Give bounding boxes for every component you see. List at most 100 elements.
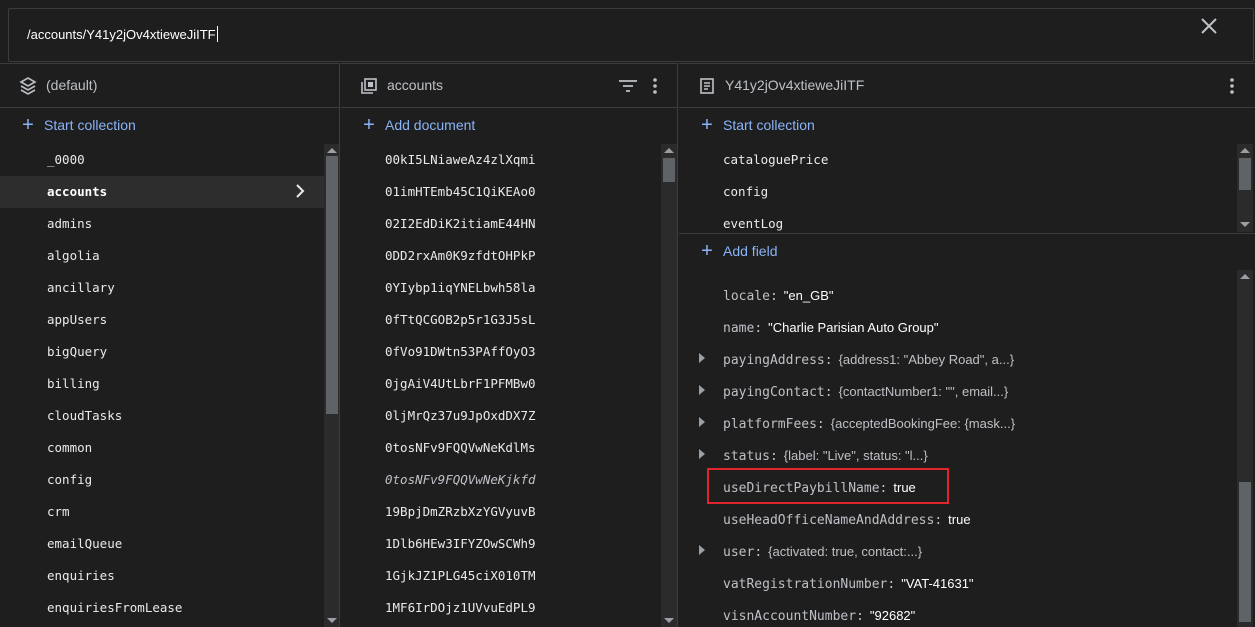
field-line: name: "Charlie Parisian Auto Group" xyxy=(723,319,939,337)
subcollection-item[interactable]: eventLog xyxy=(679,208,1255,240)
document-item[interactable]: 1GjkJZ1PLG45ciX010TM xyxy=(341,560,677,592)
document-id: 0jgAiV4UtLbrF1PFMBw0 xyxy=(385,376,536,391)
document-item[interactable]: 00kI5LNiaweAz4zlXqmi xyxy=(341,144,677,176)
field-row[interactable]: vatRegistrationNumber: "VAT-41631" xyxy=(679,567,1239,599)
subcollection-item[interactable]: cataloguePrice xyxy=(679,144,1255,176)
field-key: useHeadOfficeNameAndAddress xyxy=(723,513,935,528)
collection-scrollbar[interactable] xyxy=(661,144,677,627)
scroll-thumb[interactable] xyxy=(663,158,675,182)
field-row[interactable]: user: {activated: true, contact:...} xyxy=(679,535,1239,567)
collection-item[interactable]: config xyxy=(0,464,339,496)
text-cursor xyxy=(216,26,218,42)
field-scrollbar[interactable] xyxy=(1237,270,1253,627)
start-collection-button[interactable]: + Start collection xyxy=(18,114,136,136)
field-line: user: {activated: true, contact:...} xyxy=(723,543,922,561)
collection-item[interactable]: admins xyxy=(0,208,339,240)
field-row[interactable]: payingContact: {contactNumber1: "", email… xyxy=(679,375,1239,407)
scroll-up-arrow[interactable] xyxy=(327,148,337,153)
document-icon xyxy=(697,76,717,96)
collection-item[interactable]: algolia xyxy=(0,240,339,272)
collection-item-label: _0000 xyxy=(47,152,85,167)
field-value: {acceptedBookingFee: {mask...} xyxy=(830,416,1016,431)
chevron-right-icon xyxy=(291,182,309,200)
collection-item[interactable]: cloudTasks xyxy=(0,400,339,432)
expand-arrow-icon[interactable] xyxy=(699,353,705,363)
document-item[interactable]: 0fTtQCGOB2p5r1G3J5sL xyxy=(341,304,677,336)
start-subcollection-button[interactable]: + Start collection xyxy=(697,114,815,136)
collection-item-label: enquiries xyxy=(47,568,115,583)
field-value: "92682" xyxy=(869,608,916,623)
document-id: 1GjkJZ1PLG45ciX010TM xyxy=(385,568,536,583)
scroll-up-arrow[interactable] xyxy=(664,148,674,153)
path-input[interactable]: /accounts/Y41y2jOv4xtieweJiITF xyxy=(8,8,1254,62)
document-item[interactable]: 1MF6IrDOjz1UVvuEdPL9 xyxy=(341,592,677,624)
field-row[interactable]: payingAddress: {address1: "Abbey Road", a… xyxy=(679,343,1239,375)
scroll-up-arrow[interactable] xyxy=(1240,148,1250,153)
document-item[interactable]: 0tosNFv9FQQVwNeKjkfd xyxy=(341,464,677,496)
collection-item[interactable]: enquiriesFromLease xyxy=(0,592,339,624)
document-item[interactable]: 0YIybp1iqYNELbwh58la xyxy=(341,272,677,304)
highlight-box xyxy=(707,468,949,504)
document-item[interactable]: 1Dlb6HEw3IFYZOwSCWh9 xyxy=(341,528,677,560)
document-item[interactable]: 02I2EdDiK2itiamE44HN xyxy=(341,208,677,240)
subcollection-scrollbar[interactable] xyxy=(1237,144,1253,232)
collection-item-label: crm xyxy=(47,504,70,519)
field-row[interactable]: useHeadOfficeNameAndAddress: true xyxy=(679,503,1239,535)
expand-arrow-icon[interactable] xyxy=(699,449,705,459)
scroll-thumb[interactable] xyxy=(1239,482,1251,622)
document-id: 1MF6IrDOjz1UVvuEdPL9 xyxy=(385,600,536,615)
field-key: name xyxy=(723,321,755,336)
field-row[interactable]: locale: "en_GB" xyxy=(679,279,1239,311)
collection-item[interactable]: accounts xyxy=(0,176,339,208)
collection-item-label: algolia xyxy=(47,248,100,263)
collection-item[interactable]: crm xyxy=(0,496,339,528)
collection-item[interactable]: common xyxy=(0,432,339,464)
document-item[interactable]: 0DD2rxAm0K9zfdtOHPkP xyxy=(341,240,677,272)
field-colon: : xyxy=(769,289,778,304)
document-id: 02I2EdDiK2itiamE44HN xyxy=(385,216,536,231)
collection-item[interactable]: appUsers xyxy=(0,304,339,336)
collection-item[interactable]: enquiries xyxy=(0,560,339,592)
document-item[interactable]: 01imHTEmb45C1QiKEAo0 xyxy=(341,176,677,208)
more-vert-icon[interactable] xyxy=(645,76,665,96)
scroll-thumb[interactable] xyxy=(326,156,338,414)
field-key: visnAccountNumber xyxy=(723,609,857,624)
field-line: status: {label: "Live", status: "l...} xyxy=(723,447,928,465)
field-row[interactable]: name: "Charlie Parisian Auto Group" xyxy=(679,311,1239,343)
document-item[interactable]: 19BpjDmZRzbXzYGVyuvB xyxy=(341,496,677,528)
document-item[interactable]: 0fVo91DWtn53PAffOyO3 xyxy=(341,336,677,368)
collection-item[interactable]: emailQueue xyxy=(0,528,339,560)
expand-arrow-icon[interactable] xyxy=(699,417,705,427)
scroll-down-arrow[interactable] xyxy=(664,618,674,623)
expand-arrow-icon[interactable] xyxy=(699,385,705,395)
collection-item[interactable]: bigQuery xyxy=(0,336,339,368)
filter-icon[interactable] xyxy=(617,76,639,96)
add-document-button[interactable]: + Add document xyxy=(359,114,475,136)
scroll-thumb[interactable] xyxy=(1239,158,1251,190)
document-id: 0ljMrQz37u9JpOxdDX7Z xyxy=(385,408,536,423)
expand-arrow-icon[interactable] xyxy=(699,545,705,555)
subcollection-label: cataloguePrice xyxy=(723,152,829,167)
root-scrollbar[interactable] xyxy=(324,144,339,627)
field-colon: : xyxy=(934,513,943,528)
field-row[interactable]: platformFees: {acceptedBookingFee: {mask.… xyxy=(679,407,1239,439)
collection-item-label: enquiriesFromLease xyxy=(47,600,183,615)
more-vert-icon[interactable] xyxy=(1222,76,1242,96)
scroll-down-arrow[interactable] xyxy=(1240,222,1250,227)
field-row[interactable]: status: {label: "Live", status: "l...} xyxy=(679,439,1239,471)
field-row[interactable]: visnAccountNumber: "92682" xyxy=(679,599,1239,627)
document-item[interactable]: 0ljMrQz37u9JpOxdDX7Z xyxy=(341,400,677,432)
document-id: 1Dlb6HEw3IFYZOwSCWh9 xyxy=(385,536,536,551)
collection-item[interactable]: billing xyxy=(0,368,339,400)
close-icon[interactable] xyxy=(1199,16,1219,36)
add-field-button[interactable]: + Add field xyxy=(697,240,777,262)
scroll-down-arrow[interactable] xyxy=(327,618,337,623)
document-item[interactable]: 0tosNFv9FQQVwNeKdlMs xyxy=(341,432,677,464)
collection-item[interactable]: ancillary xyxy=(0,272,339,304)
collection-item[interactable]: _0000 xyxy=(0,144,339,176)
document-item[interactable]: 0jgAiV4UtLbrF1PFMBw0 xyxy=(341,368,677,400)
field-colon: : xyxy=(887,577,896,592)
scroll-up-arrow[interactable] xyxy=(1240,274,1250,279)
document-id: 0fVo91DWtn53PAffOyO3 xyxy=(385,344,536,359)
subcollection-item[interactable]: config xyxy=(679,176,1255,208)
